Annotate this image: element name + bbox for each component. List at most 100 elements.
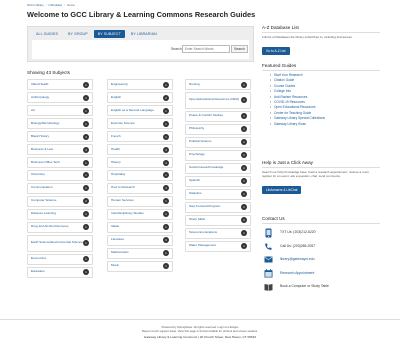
search-button[interactable]: Search <box>231 45 248 53</box>
search-input[interactable] <box>182 45 230 53</box>
subjects-count-heading: Showing 43 Subjects <box>27 70 70 75</box>
subject-count-badge: 1 <box>241 81 247 88</box>
tab-all-guides[interactable]: ALL GUIDES <box>32 30 62 38</box>
footer-address: Gateway Library & Learning Commons | 20 … <box>143 335 257 339</box>
contact-text[interactable]: TXT Us: (203)212-6220 <box>262 226 380 240</box>
subject-item[interactable]: Art 1 <box>27 104 93 117</box>
subject-name: French <box>111 133 121 138</box>
subject-item[interactable]: How to Research 4 <box>107 182 173 195</box>
subject-item[interactable]: Exercise Science 1 <box>107 117 173 130</box>
subject-item[interactable]: English as a Second Language 1 <box>107 104 173 117</box>
subject-item[interactable]: Nursing 1 <box>185 79 251 91</box>
contact-appointment-label: Research Appointment <box>280 270 315 275</box>
tab-by-librarian[interactable]: BY LIBRARIAN <box>127 30 161 38</box>
subject-item[interactable]: Social Issues/Knowledge 2 <box>185 162 251 174</box>
contact-appointment[interactable]: Research Appointment <box>262 267 380 281</box>
subject-name: Italian <box>111 224 120 229</box>
subject-name: Computer Science <box>31 198 57 203</box>
subject-item[interactable]: Italian 1 <box>107 221 173 234</box>
subject-item[interactable]: Business Office Tech 1 <box>27 156 93 169</box>
subject-item[interactable]: Engineering 1 <box>107 79 173 91</box>
subject-item[interactable]: Mathematics 1 <box>107 247 173 259</box>
contact-book-computer[interactable]: Book a Computer or Study Table <box>262 280 380 294</box>
contact-call[interactable]: Call Us: (203)285-2057 <box>262 240 380 254</box>
breadcrumb-libguides[interactable]: LibGuides <box>49 2 63 8</box>
subject-item[interactable]: Philosophy 1 <box>185 123 251 135</box>
subject-count-badge: 1 <box>163 211 169 218</box>
subject-item[interactable]: Literature 3 <box>107 234 173 246</box>
subject-item[interactable]: Distance Learning 1 <box>27 208 93 221</box>
az-list-button[interactable]: Go to A-Z List <box>262 47 290 55</box>
subject-count-badge: 1 <box>83 211 89 218</box>
subject-item[interactable]: Psychology 1 <box>185 149 251 161</box>
az-database-description: Full list of Databases the library subsc… <box>262 35 353 39</box>
subject-item[interactable]: Water Management 1 <box>185 240 251 252</box>
subject-count-badge: 1 <box>83 185 89 192</box>
subject-count-badge: 1 <box>163 172 169 179</box>
subject-name: Chemistry <box>31 172 45 177</box>
subject-item[interactable]: Allied Health 1 <box>27 79 93 91</box>
subject-item[interactable]: Peace & Conflict Studies 1 <box>185 110 251 122</box>
subject-item[interactable]: Hospitality 1 <box>107 169 173 182</box>
subject-item[interactable]: History 4 <box>107 156 173 169</box>
libanswers-button[interactable]: LibAnswers & LibChat <box>262 186 302 194</box>
featured-guide-link[interactable]: Gateway Library Kiosk <box>270 122 380 128</box>
subject-item[interactable]: Step Forward Program 1 <box>185 201 251 213</box>
subject-count-badge: 1 <box>241 139 247 146</box>
subject-name: Psychology <box>189 152 205 157</box>
subject-item[interactable]: Telecommunications 1 <box>185 227 251 239</box>
tab-by-group[interactable]: BY GROUP <box>64 30 92 38</box>
subject-name: Drug and Alcohol Recovery <box>31 224 69 229</box>
guides-tabs-panel: ALL GUIDES BY GROUP BY SUBJECT BY LIBRAR… <box>27 26 254 62</box>
contact-text-label: TXT Us: (203)212-6220 <box>280 230 316 235</box>
subject-name: Allied Health <box>31 81 49 86</box>
subject-item[interactable]: Black History 4 <box>27 130 93 143</box>
subject-item[interactable]: Computer Science 2 <box>27 195 93 208</box>
subject-item[interactable]: Anthropology 1 <box>27 91 93 104</box>
subject-item[interactable]: Drug and Alcohol Recovery 1 <box>27 221 93 234</box>
subject-item[interactable]: Business & Law 3 <box>27 143 93 156</box>
subject-count-badge: 1 <box>83 224 89 231</box>
subject-item[interactable]: Interdisciplinary Studies 1 <box>107 208 173 221</box>
telephone-icon <box>264 241 273 251</box>
breadcrumb-home: Home <box>66 3 75 7</box>
subject-name: Study Skills <box>189 217 205 222</box>
subject-name: Literature <box>111 237 125 242</box>
subject-item[interactable]: Economics 1 <box>27 253 93 265</box>
subject-item[interactable]: Music 1 <box>107 260 173 272</box>
subject-count-badge: 2 <box>83 198 89 205</box>
subject-count-badge: 2 <box>163 94 169 101</box>
subject-item[interactable]: French 1 <box>107 130 173 143</box>
subject-item[interactable]: Political Science 1 <box>185 136 251 148</box>
subject-name: Nursing <box>189 81 200 86</box>
subject-name: Statistics <box>189 191 202 196</box>
subject-item[interactable]: Chemistry 1 <box>27 169 93 182</box>
tab-by-subject[interactable]: BY SUBJECT <box>93 30 125 38</box>
subject-item[interactable]: Health 3 <box>107 143 173 156</box>
subject-item[interactable]: Earth Science/Environmental Science 1 <box>27 234 93 252</box>
subject-item[interactable]: Human Services 1 <box>107 195 173 208</box>
subject-count-badge: 1 <box>241 113 247 120</box>
contact-email[interactable]: library@gatewayct.edu <box>262 253 380 267</box>
email-icon <box>264 255 273 265</box>
subject-item[interactable]: Communication 1 <box>27 182 93 195</box>
subject-count-badge: 4 <box>163 159 169 166</box>
subject-count-badge: 1 <box>83 269 89 276</box>
subject-item[interactable]: English 2 <box>107 91 173 104</box>
breadcrumb-gcc-library[interactable]: GCC Library <box>27 2 44 8</box>
contact-book-label: Book a Computer or Study Table <box>280 284 329 289</box>
subject-item[interactable]: Spanish 1 <box>185 175 251 187</box>
subject-count-badge: 1 <box>83 94 89 101</box>
subject-item[interactable]: Education 1 <box>27 266 93 278</box>
subject-name: Distance Learning <box>31 211 56 216</box>
contact-email-label: library@gatewayct.edu <box>280 257 315 262</box>
tab-content: Search: Search <box>32 40 249 59</box>
subject-item[interactable]: Biology/Microbiology 1 <box>27 117 93 130</box>
featured-guides-title: Featured Guides <box>262 63 380 71</box>
subject-item[interactable]: Open Educational Resources (OER) 1 <box>185 91 251 109</box>
subject-count-badge: 2 <box>241 165 247 172</box>
subject-item[interactable]: Study Skills 2 <box>185 214 251 226</box>
subject-name: Philosophy <box>189 126 205 131</box>
subject-count-badge: 1 <box>163 107 169 114</box>
subject-item[interactable]: Statistics 1 <box>185 188 251 200</box>
